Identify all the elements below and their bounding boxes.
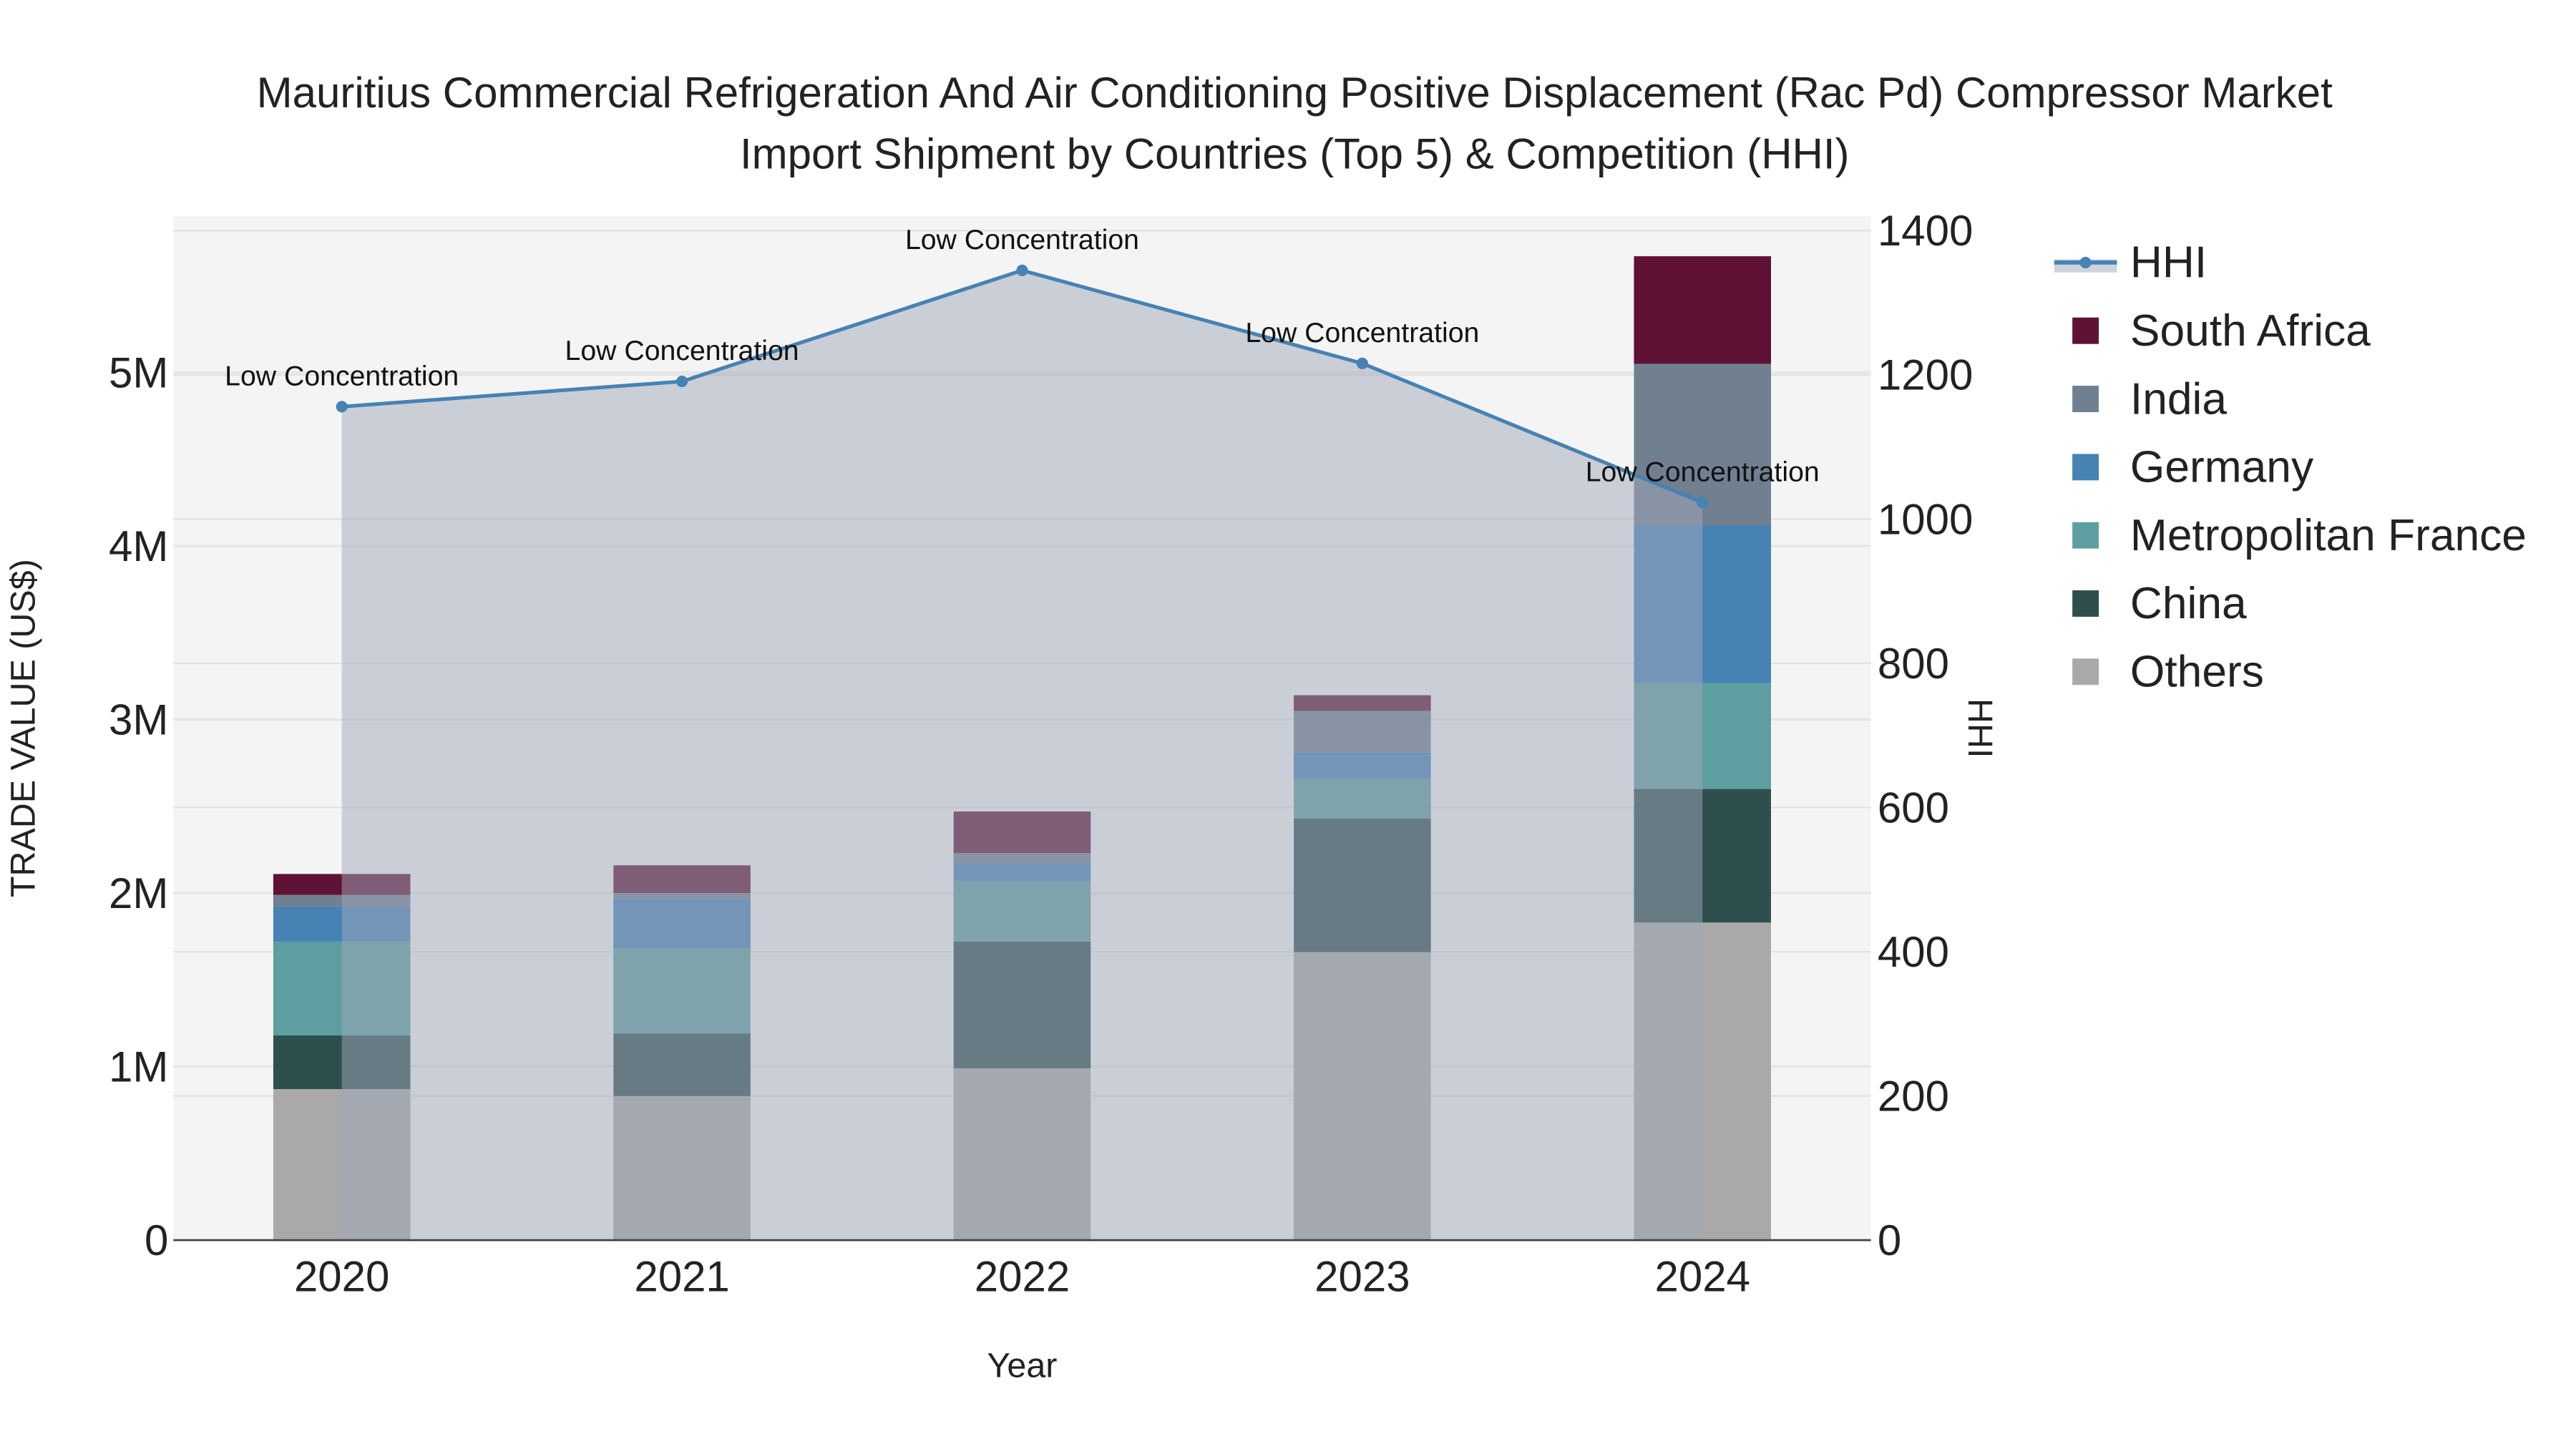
- y-axis-label: TRADE VALUE (US$): [4, 559, 42, 897]
- x-tick-label: 2024: [1654, 1253, 1750, 1301]
- chart: Low Concentration Low Concentration Low Co…: [4, 69, 2527, 1385]
- chart-title-line1: Mauritius Commercial Refrigeration And A…: [257, 69, 2333, 117]
- y2-tick-label: 1400: [1878, 207, 1973, 255]
- legend-swatch: [2072, 386, 2099, 412]
- x-tick-label: 2020: [294, 1253, 389, 1301]
- hhi-annotation: Low Concentration: [225, 360, 459, 391]
- y2-tick-label: 400: [1878, 928, 1949, 976]
- legend-label: Others: [2130, 648, 2264, 697]
- hhi-point: [1016, 264, 1028, 276]
- y-tick-label: 5M: [109, 348, 168, 396]
- y2-tick-label: 1200: [1878, 351, 1973, 399]
- legend-label: India: [2130, 374, 2227, 424]
- legend-swatch: [2072, 522, 2099, 549]
- hhi-point: [1697, 497, 1709, 509]
- y2-tick-label: 600: [1878, 784, 1949, 831]
- x-axis-ticks: 2020 2021 2022 2023 2024: [294, 1253, 1750, 1301]
- y2-tick-label: 1000: [1878, 495, 1973, 543]
- hhi-annotation: Low Concentration: [565, 335, 799, 366]
- bar-south-africa: [1634, 256, 1771, 364]
- y-axis-ticks: 0 1M 2M 3M 4M 5M: [109, 348, 168, 1264]
- legend-label: South Africa: [2130, 306, 2371, 356]
- y-tick-label: 3M: [109, 696, 168, 743]
- x-tick-label: 2021: [634, 1253, 729, 1301]
- legend-label: China: [2130, 579, 2247, 628]
- legend: HHI South Africa India Germany Metropolitan …: [2054, 238, 2527, 697]
- legend-label: HHI: [2130, 238, 2207, 288]
- y2-axis-label: HHI: [1961, 698, 1999, 758]
- legend-swatch-hhi-marker: [2079, 256, 2092, 268]
- y-tick-label: 4M: [109, 522, 168, 570]
- legend-swatch: [2072, 317, 2099, 344]
- y-tick-label: 1M: [109, 1043, 168, 1091]
- legend-swatch: [2072, 454, 2099, 481]
- hhi-point: [1356, 357, 1368, 369]
- hhi-annotation: Low Concentration: [1586, 456, 1820, 487]
- hhi-point: [676, 375, 688, 388]
- legend-label: Germany: [2130, 443, 2314, 492]
- x-tick-label: 2023: [1314, 1253, 1410, 1301]
- hhi-annotation: Low Concentration: [1245, 317, 1479, 348]
- y2-tick-label: 800: [1878, 640, 1949, 688]
- x-axis-label: Year: [987, 1347, 1058, 1385]
- y2-tick-label: 0: [1878, 1216, 1901, 1264]
- legend-swatch: [2072, 658, 2099, 686]
- hhi-point: [336, 401, 348, 413]
- y-tick-label: 2M: [109, 869, 168, 917]
- y2-tick-label: 200: [1878, 1072, 1949, 1120]
- chart-title-line2: Import Shipment by Countries (Top 5) & C…: [740, 130, 1850, 177]
- legend-swatch: [2072, 590, 2099, 617]
- legend-label: Metropolitan France: [2130, 511, 2527, 560]
- y2-axis-ticks: 0 200 400 600 800 1000 1200 1400: [1878, 207, 1973, 1264]
- x-tick-label: 2022: [975, 1253, 1070, 1301]
- y-tick-label: 0: [145, 1216, 168, 1264]
- hhi-annotation: Low Concentration: [905, 224, 1139, 255]
